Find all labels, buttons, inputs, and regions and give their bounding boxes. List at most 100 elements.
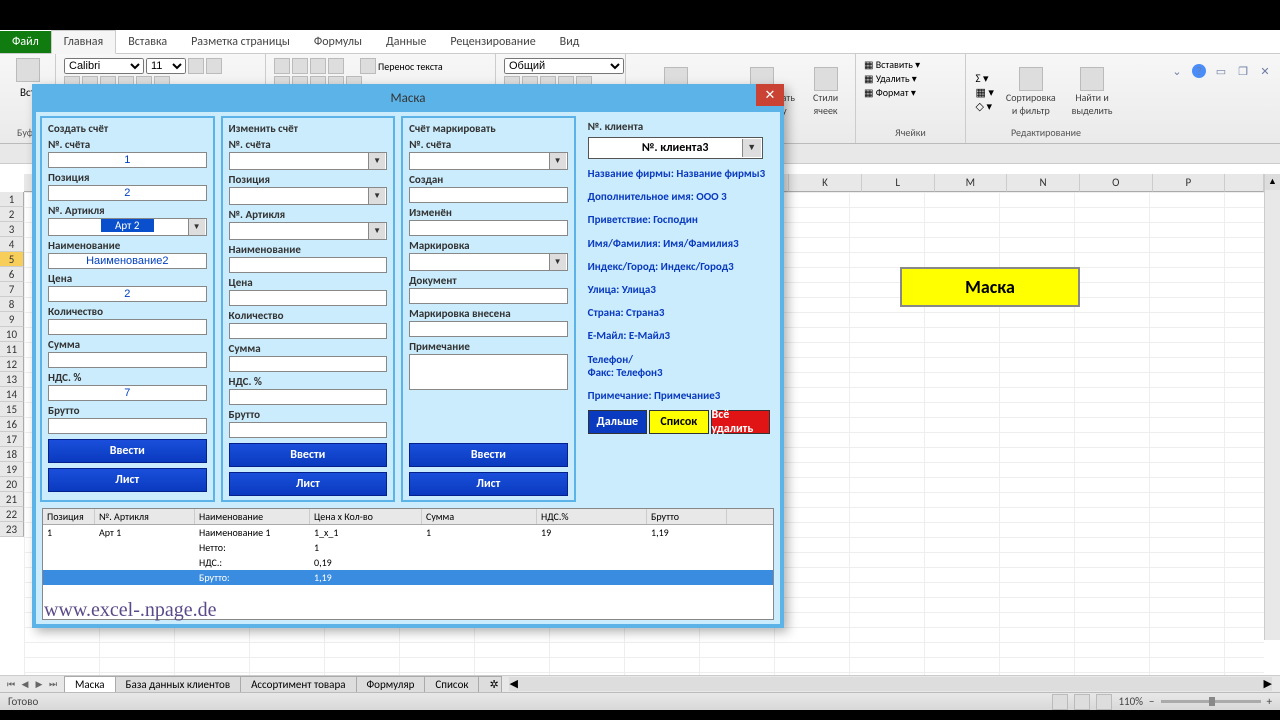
sheet-tab-clients[interactable]: База данных клиентов (115, 676, 242, 693)
create-vat-input[interactable] (48, 385, 207, 401)
view-layout-icon[interactable] (1074, 694, 1090, 710)
new-sheet-button[interactable]: ✲ (478, 676, 502, 693)
zoom-in-icon[interactable]: + (1267, 695, 1272, 708)
list-item-selected[interactable]: Брутто:1,19 (43, 570, 773, 585)
col-header[interactable]: L (862, 174, 935, 192)
vertical-scrollbar[interactable]: ▲ (1264, 174, 1280, 640)
mark-created-input[interactable] (409, 187, 568, 203)
create-enter-button[interactable]: Ввести (48, 439, 207, 463)
col-header[interactable]: N (1007, 174, 1080, 192)
col-header[interactable]: K (789, 174, 862, 192)
row-header[interactable]: 17 (0, 432, 24, 447)
align-mid-icon[interactable] (292, 58, 308, 74)
sheet-tab-list[interactable]: Список (424, 676, 479, 693)
row-header[interactable]: 23 (0, 522, 24, 537)
next-button[interactable]: Дальше (588, 410, 647, 434)
sort-filter-button[interactable]: Сортировкаи фильтр (1002, 65, 1060, 119)
row-header[interactable]: 1 (0, 192, 24, 207)
create-gross-input[interactable] (48, 418, 207, 434)
zoom-out-icon[interactable]: − (1149, 695, 1154, 708)
sheet-tab-assortment[interactable]: Ассортимент товара (240, 676, 356, 693)
mark-acct-no-combo[interactable] (409, 152, 568, 170)
tab-review[interactable]: Рецензирование (438, 31, 547, 53)
row-header[interactable]: 19 (0, 462, 24, 477)
shrink-font-icon[interactable] (206, 58, 222, 74)
edit-name-input[interactable] (229, 257, 388, 273)
file-tab[interactable]: Файл (0, 31, 51, 53)
clear-icon[interactable]: ◇ ▾ (976, 100, 994, 113)
edit-art-combo[interactable] (229, 222, 388, 240)
tab-insert[interactable]: Вставка (116, 31, 179, 53)
edit-acct-no-combo[interactable] (229, 152, 388, 170)
col-header[interactable]: P (1153, 174, 1226, 192)
edit-gross-input[interactable] (229, 422, 388, 438)
horizontal-scrollbar[interactable]: ◀▶ (509, 677, 1272, 691)
client-no-combo[interactable]: №. клиента3 (588, 137, 763, 159)
tab-data[interactable]: Данные (374, 31, 438, 53)
col-header[interactable] (1225, 174, 1264, 192)
mark-enter-button[interactable]: Ввести (409, 443, 568, 467)
col-header[interactable]: M (935, 174, 1008, 192)
edit-pos-combo[interactable] (229, 187, 388, 205)
row-header[interactable]: 22 (0, 507, 24, 522)
minimize-ribbon-icon[interactable]: ⌄ (1170, 64, 1184, 78)
create-name-input[interactable] (48, 253, 207, 269)
mark-marking-combo[interactable] (409, 253, 568, 271)
list-item[interactable]: НДС.:0,19 (43, 555, 773, 570)
fill-icon[interactable]: ▦ ▾ (976, 86, 994, 99)
find-select-button[interactable]: Найти ивыделить (1068, 65, 1117, 119)
restore-icon[interactable]: ❐ (1236, 64, 1250, 78)
row-header[interactable]: 12 (0, 357, 24, 372)
list-button[interactable]: Список (649, 410, 708, 434)
create-qty-input[interactable] (48, 319, 207, 335)
row-header[interactable]: 14 (0, 387, 24, 402)
edit-enter-button[interactable]: Ввести (229, 443, 388, 467)
view-break-icon[interactable] (1096, 694, 1112, 710)
sheet-nav[interactable]: ⏮◀▶⏭ (0, 679, 64, 690)
edit-sum-input[interactable] (229, 356, 388, 372)
edit-price-input[interactable] (229, 290, 388, 306)
dialog-title-bar[interactable]: Маска ✕ (32, 84, 784, 112)
edit-qty-input[interactable] (229, 323, 388, 339)
format-cells-button[interactable]: ▦ Формат ▾ (864, 86, 916, 99)
edit-sheet-button[interactable]: Лист (229, 472, 388, 496)
zoom-slider[interactable] (1161, 700, 1261, 703)
row-header[interactable]: 20 (0, 477, 24, 492)
col-header[interactable]: O (1080, 174, 1153, 192)
row-header[interactable]: 3 (0, 222, 24, 237)
number-format-select[interactable]: Общий (504, 58, 624, 74)
align-bot-icon[interactable] (310, 58, 326, 74)
row-header[interactable]: 10 (0, 327, 24, 342)
font-name-select[interactable]: Calibri (64, 58, 144, 74)
create-price-input[interactable] (48, 286, 207, 302)
view-normal-icon[interactable] (1052, 694, 1068, 710)
edit-vat-input[interactable] (229, 389, 388, 405)
cell-styles-button[interactable]: Стилиячеек (809, 65, 842, 119)
autosum-icon[interactable]: Σ ▾ (976, 72, 994, 85)
row-header[interactable]: 16 (0, 417, 24, 432)
list-item[interactable]: 1Арт 1Наименование 11_х_11191,19 (43, 525, 773, 540)
dialog-close-button[interactable]: ✕ (756, 84, 784, 106)
mark-changed-input[interactable] (409, 220, 568, 236)
row-header[interactable]: 9 (0, 312, 24, 327)
mark-note-textarea[interactable] (409, 354, 568, 390)
create-art-combo[interactable]: Арт 2 (48, 218, 207, 236)
tab-formulas[interactable]: Формулы (302, 31, 374, 53)
row-header[interactable]: 11 (0, 342, 24, 357)
close-icon[interactable]: ✕ (1258, 64, 1272, 78)
row-header[interactable]: 4 (0, 237, 24, 252)
row-header[interactable]: 5 (0, 252, 24, 267)
mark-marked-input[interactable] (409, 321, 568, 337)
list-item[interactable]: Нетто:1 (43, 540, 773, 555)
insert-cells-button[interactable]: ▦ Вставить ▾ (864, 58, 920, 71)
row-header[interactable]: 13 (0, 372, 24, 387)
sheet-tab-form[interactable]: Формуляр (356, 676, 426, 693)
row-header[interactable]: 18 (0, 447, 24, 462)
mark-doc-input[interactable] (409, 288, 568, 304)
sheet-tab-maska[interactable]: Маска (64, 676, 116, 693)
delete-all-button[interactable]: Всё удалить (711, 410, 770, 434)
delete-cells-button[interactable]: ▦ Удалить ▾ (864, 72, 917, 85)
help-icon[interactable]: ? (1192, 64, 1206, 78)
create-acct-no-input[interactable] (48, 152, 207, 168)
zoom-value[interactable]: 110% (1118, 695, 1143, 708)
